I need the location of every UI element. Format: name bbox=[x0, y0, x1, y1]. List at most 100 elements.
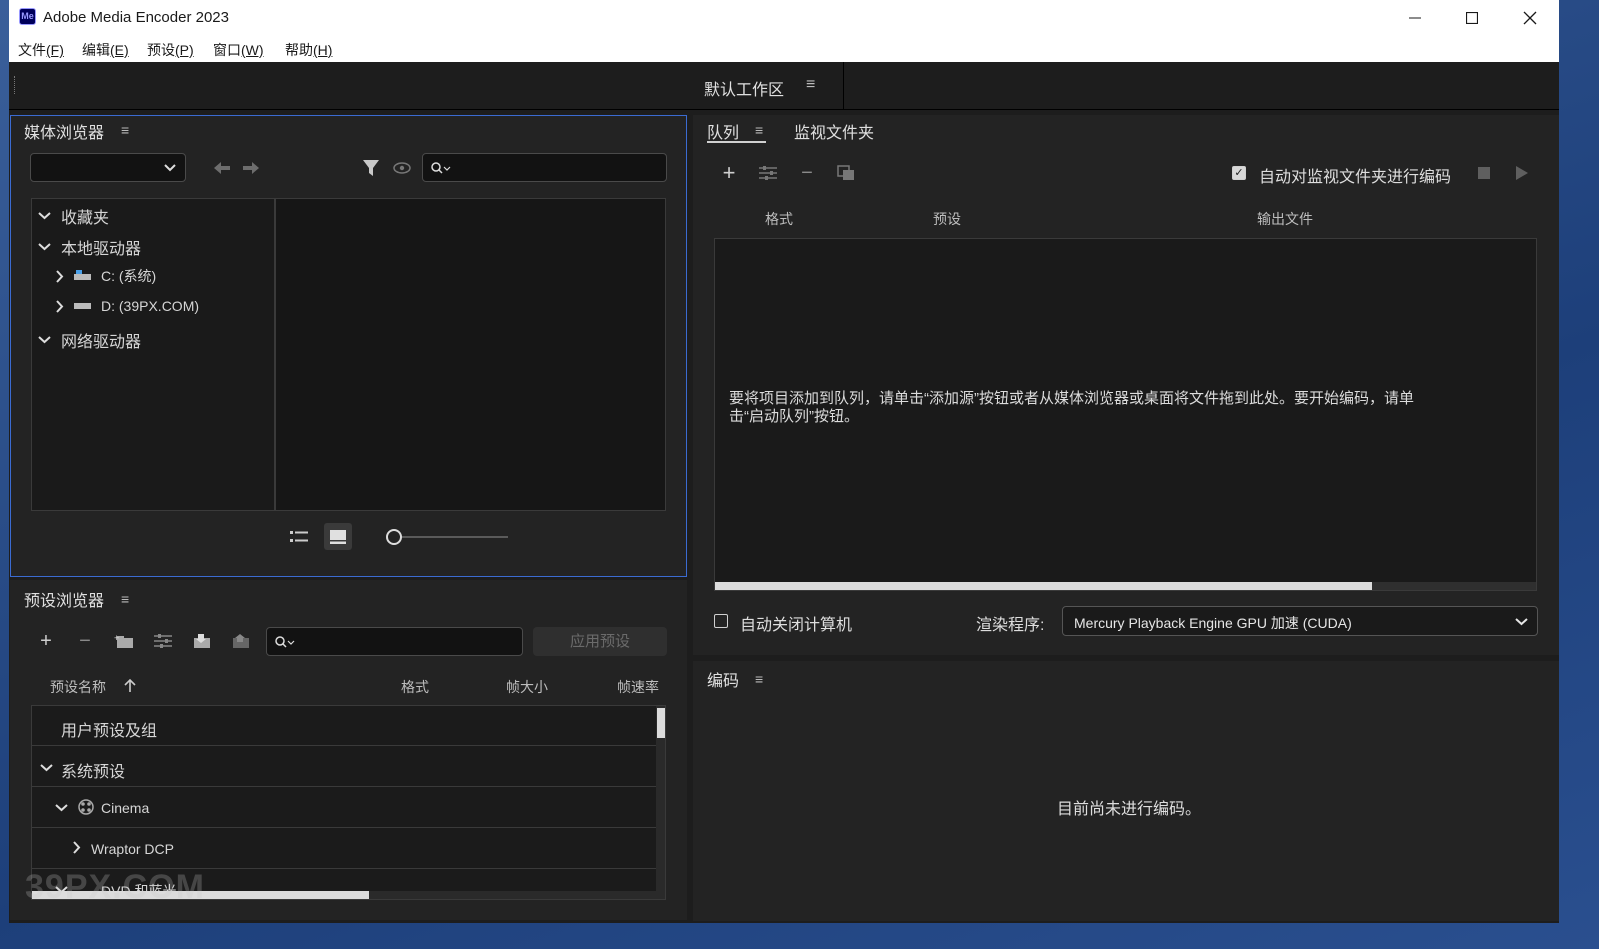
import-preset-icon[interactable] bbox=[190, 630, 214, 652]
location-dropdown[interactable] bbox=[30, 153, 186, 182]
sort-ascending-icon[interactable] bbox=[124, 678, 136, 695]
auto-encode-label: 自动对监视文件夹进行编码 bbox=[1259, 169, 1452, 186]
apply-preset-button[interactable]: 应用预设 bbox=[533, 627, 667, 656]
list-item[interactable]: Cinema bbox=[32, 788, 656, 828]
tree-item-network-drives[interactable]: 网络驱动器 bbox=[38, 328, 141, 352]
svg-text:+: + bbox=[114, 633, 119, 643]
chevron-down-icon bbox=[38, 336, 51, 344]
back-arrow-icon[interactable] bbox=[211, 157, 233, 179]
close-button[interactable] bbox=[1501, 0, 1559, 36]
renderer-label: 渲染程序: bbox=[976, 617, 1045, 634]
list-view-icon[interactable] bbox=[286, 525, 312, 549]
menu-preset[interactable]: 预设(P) bbox=[147, 40, 194, 60]
list-item[interactable]: 用户预设及组 bbox=[32, 706, 656, 746]
window-title: Adobe Media Encoder 2023 bbox=[43, 9, 229, 26]
auto-shutdown-checkbox[interactable] bbox=[714, 614, 728, 628]
title-bar: Me Adobe Media Encoder 2023 bbox=[9, 0, 1559, 36]
queue-settings-icon[interactable] bbox=[756, 162, 780, 184]
workspace-menu-icon[interactable]: ≡ bbox=[806, 76, 815, 94]
remove-preset-icon[interactable]: − bbox=[74, 630, 96, 652]
stop-queue-icon[interactable] bbox=[1473, 162, 1495, 184]
panel-menu-icon[interactable]: ≡ bbox=[121, 122, 129, 138]
column-preset-name[interactable]: 预设名称 bbox=[50, 677, 106, 697]
close-icon bbox=[1523, 11, 1537, 25]
minimize-button[interactable] bbox=[1386, 0, 1444, 36]
panel-menu-icon[interactable]: ≡ bbox=[121, 591, 129, 607]
encoding-title[interactable]: 编码 bbox=[707, 667, 739, 691]
slider-thumb[interactable] bbox=[386, 529, 402, 545]
queue-drop-area[interactable]: 要将项目添加到队列，请单击“添加源”按钮或者从媒体浏览器或桌面将文件拖到此处。要… bbox=[714, 238, 1537, 591]
list-item[interactable]: Wraptor DCP bbox=[32, 829, 656, 869]
add-source-icon[interactable]: + bbox=[718, 160, 740, 185]
maximize-icon bbox=[1466, 12, 1478, 24]
filter-icon[interactable] bbox=[360, 157, 382, 179]
search-icon bbox=[431, 162, 451, 174]
tree-item-favorites[interactable]: 收藏夹 bbox=[38, 204, 109, 228]
divider bbox=[843, 62, 844, 110]
new-group-icon[interactable]: + bbox=[112, 630, 136, 652]
renderer-dropdown[interactable]: Mercury Playback Engine GPU 加速 (CUDA) bbox=[1062, 606, 1538, 636]
preset-settings-icon[interactable] bbox=[151, 630, 175, 652]
menu-window[interactable]: 窗口(W) bbox=[213, 40, 264, 60]
column-format[interactable]: 格式 bbox=[765, 209, 793, 229]
app-icon: Me bbox=[19, 8, 36, 25]
chevron-down-icon bbox=[1515, 618, 1528, 626]
menu-edit[interactable]: 编辑(E) bbox=[82, 40, 129, 60]
column-frame-size[interactable]: 帧大小 bbox=[506, 677, 548, 697]
eye-icon[interactable] bbox=[391, 157, 413, 179]
chevron-right-icon bbox=[56, 299, 64, 313]
slider-track bbox=[394, 536, 508, 538]
remove-item-icon[interactable]: − bbox=[796, 162, 818, 184]
chevron-down-icon bbox=[38, 243, 51, 251]
chevron-down-icon bbox=[55, 804, 68, 812]
encoding-panel bbox=[693, 661, 1559, 921]
chevron-right-icon bbox=[73, 841, 81, 854]
media-browser-title[interactable]: 媒体浏览器 bbox=[24, 119, 104, 143]
horizontal-scrollbar[interactable] bbox=[715, 582, 1536, 590]
encoding-empty-message: 目前尚未进行编码。 bbox=[1057, 801, 1202, 818]
add-preset-icon[interactable]: + bbox=[35, 630, 57, 652]
column-output-file[interactable]: 输出文件 bbox=[1257, 209, 1313, 229]
queue-empty-message: 要将项目添加到队列，请单击“添加源”按钮或者从媒体浏览器或桌面将文件拖到此处。要… bbox=[729, 390, 1414, 425]
workspace-tab-default[interactable]: 默认工作区 bbox=[704, 76, 784, 100]
watermark-text: 39PX.COM bbox=[25, 868, 205, 906]
active-tab-underline bbox=[707, 141, 766, 143]
export-preset-icon[interactable] bbox=[229, 630, 253, 652]
maximize-button[interactable] bbox=[1443, 0, 1501, 36]
menu-file[interactable]: 文件(F) bbox=[18, 40, 64, 60]
scrollbar-thumb[interactable] bbox=[657, 708, 665, 738]
preset-search-input[interactable] bbox=[266, 627, 523, 656]
thumbnail-view-icon[interactable] bbox=[324, 523, 352, 550]
auto-shutdown-label: 自动关闭计算机 bbox=[740, 617, 853, 634]
minimize-icon bbox=[1409, 17, 1421, 19]
zoom-slider[interactable] bbox=[386, 529, 508, 545]
column-frame-rate[interactable]: 帧速率 bbox=[617, 677, 659, 697]
column-preset[interactable]: 预设 bbox=[933, 209, 961, 229]
vertical-scrollbar[interactable] bbox=[656, 706, 665, 899]
tab-queue[interactable]: 队列 bbox=[707, 119, 739, 143]
auto-encode-checkbox[interactable]: ✓ bbox=[1232, 166, 1246, 180]
panel-menu-icon[interactable]: ≡ bbox=[755, 122, 763, 138]
list-item[interactable]: 系统预设 bbox=[32, 747, 656, 787]
scrollbar-thumb[interactable] bbox=[715, 582, 1372, 590]
forward-arrow-icon[interactable] bbox=[240, 157, 262, 179]
chevron-down-icon bbox=[40, 764, 53, 772]
tree-item-drive-d[interactable]: D: (39PX.COM) bbox=[55, 298, 199, 314]
duplicate-icon[interactable] bbox=[835, 162, 857, 184]
panel-menu-icon[interactable]: ≡ bbox=[755, 671, 763, 687]
menu-help[interactable]: 帮助(H) bbox=[285, 40, 332, 60]
start-queue-icon[interactable] bbox=[1511, 162, 1533, 184]
tree-item-local-drives[interactable]: 本地驱动器 bbox=[38, 235, 141, 259]
column-format[interactable]: 格式 bbox=[401, 677, 429, 697]
chevron-down-icon bbox=[164, 164, 176, 172]
chevron-right-icon bbox=[56, 269, 64, 283]
search-icon bbox=[275, 636, 295, 648]
tab-watch-folders[interactable]: 监视文件夹 bbox=[794, 119, 874, 143]
tree-item-drive-c[interactable]: C: (系统) bbox=[55, 266, 156, 286]
preset-browser-title[interactable]: 预设浏览器 bbox=[24, 587, 104, 611]
drag-grip[interactable] bbox=[14, 76, 16, 94]
media-content-area bbox=[275, 198, 666, 511]
film-reel-icon bbox=[78, 799, 94, 815]
media-search-input[interactable] bbox=[422, 153, 667, 182]
chevron-down-icon bbox=[38, 212, 51, 220]
